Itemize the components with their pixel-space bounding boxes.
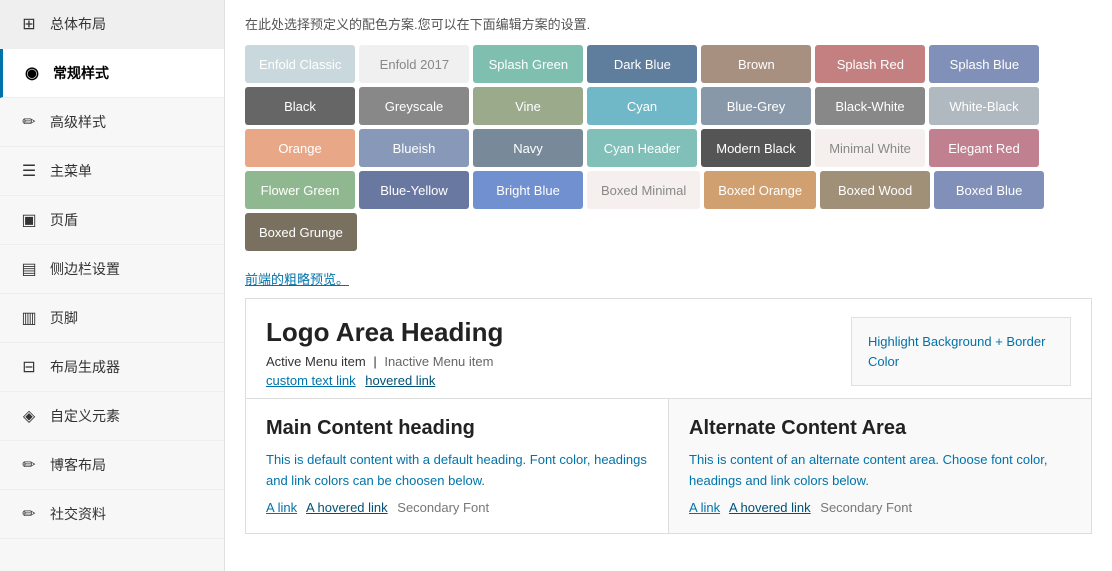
hovered-link[interactable]: hovered link [365, 373, 435, 388]
preview-links: custom text link hovered link [266, 373, 503, 388]
color-scheme-grid: Enfold ClassicEnfold 2017Splash GreenDar… [245, 45, 1092, 251]
color-scheme-navy[interactable]: Navy [473, 129, 583, 167]
color-scheme-flower-green[interactable]: Flower Green [245, 171, 355, 209]
color-scheme-blue-yellow[interactable]: Blue-Yellow [359, 171, 469, 209]
sidebar-label-main-menu: 主菜单 [50, 161, 92, 181]
color-scheme-splash-red[interactable]: Splash Red [815, 45, 925, 83]
color-scheme-enfold-classic[interactable]: Enfold Classic [245, 45, 355, 83]
preview-logo-heading: Logo Area Heading [266, 317, 503, 348]
color-scheme-boxed-blue[interactable]: Boxed Blue [934, 171, 1044, 209]
sidebar-icon-general-style: ◉ [21, 63, 43, 83]
content-alt: Alternate Content Area This is content o… [669, 399, 1091, 533]
color-scheme-splash-green[interactable]: Splash Green [473, 45, 583, 83]
sidebar-icon-advanced-style: ✏ [18, 112, 40, 132]
main-hovered-link[interactable]: A hovered link [306, 500, 388, 515]
preview-header: Logo Area Heading Active Menu item | Ina… [246, 299, 1091, 398]
preview-menu: Active Menu item | Inactive Menu item [266, 354, 503, 369]
sidebar-label-footer: 页脚 [50, 308, 78, 328]
menu-inactive: Inactive Menu item [384, 354, 493, 369]
sidebar-item-general-style[interactable]: ◉ 常规样式 [0, 49, 224, 98]
color-scheme-boxed-minimal[interactable]: Boxed Minimal [587, 171, 700, 209]
color-scheme-black-white[interactable]: Black-White [815, 87, 925, 125]
alt-content-text: This is content of an alternate content … [689, 450, 1071, 492]
sidebar-icon-general-layout: ⊞ [18, 14, 40, 34]
alt-link[interactable]: A link [689, 500, 720, 515]
alt-content-links: A link A hovered link Secondary Font [689, 500, 1071, 515]
sidebar-item-sidebar-settings[interactable]: ▤ 侧边栏设置 [0, 245, 224, 294]
color-scheme-splash-blue[interactable]: Splash Blue [929, 45, 1039, 83]
sidebar-label-advanced-style: 高级样式 [50, 112, 106, 132]
sidebar-item-layout-builder[interactable]: ⊟ 布局生成器 [0, 343, 224, 392]
sidebar-item-footer[interactable]: ▥ 页脚 [0, 294, 224, 343]
sidebar-label-general-layout: 总体布局 [50, 14, 106, 34]
color-scheme-bright-blue[interactable]: Bright Blue [473, 171, 583, 209]
color-scheme-boxed-wood[interactable]: Boxed Wood [820, 171, 930, 209]
sidebar-item-advanced-style[interactable]: ✏ 高级样式 [0, 98, 224, 147]
color-scheme-orange[interactable]: Orange [245, 129, 355, 167]
sidebar-icon-layout-builder: ⊟ [18, 357, 40, 377]
color-scheme-blue-grey[interactable]: Blue-Grey [701, 87, 811, 125]
sidebar: ⊞ 总体布局 ◉ 常规样式 ✏ 高级样式 ☰ 主菜单 ▣ 页盾 ▤ 侧边栏设置 ▥ 页脚 ⊟ 布局生成器 ◈ 自定… [0, 0, 225, 571]
color-scheme-modern-black[interactable]: Modern Black [701, 129, 811, 167]
sidebar-item-custom-elements[interactable]: ◈ 自定义元素 [0, 392, 224, 441]
sidebar-item-blog-layout[interactable]: ✏ 博客布局 [0, 441, 224, 490]
sidebar-icon-footer: ▥ [18, 308, 40, 328]
main-content-links: A link A hovered link Secondary Font [266, 500, 648, 515]
main-content-heading: Main Content heading [266, 417, 648, 440]
color-scheme-cyan-header[interactable]: Cyan Header [587, 129, 697, 167]
highlight-box: Highlight Background + Border Color [851, 317, 1071, 386]
sidebar-label-page-header: 页盾 [50, 210, 78, 230]
menu-active: Active Menu item [266, 354, 366, 369]
color-scheme-white-black[interactable]: White-Black [929, 87, 1039, 125]
sidebar-icon-custom-elements: ◈ [18, 406, 40, 426]
sidebar-label-layout-builder: 布局生成器 [50, 357, 120, 377]
instruction-text: 在此处选择预定义的配色方案.您可以在下面编辑方案的设置. [245, 14, 1092, 33]
sidebar-icon-blog-layout: ✏ [18, 455, 40, 475]
preview-label[interactable]: 前端的粗略预览。 [245, 269, 1092, 288]
alt-content-heading: Alternate Content Area [689, 417, 1071, 440]
sidebar-icon-main-menu: ☰ [18, 161, 40, 181]
main-content-text: This is default content with a default h… [266, 450, 648, 492]
color-scheme-elegant-red[interactable]: Elegant Red [929, 129, 1039, 167]
color-scheme-dark-blue[interactable]: Dark Blue [587, 45, 697, 83]
color-scheme-blueish[interactable]: Blueish [359, 129, 469, 167]
main-link[interactable]: A link [266, 500, 297, 515]
color-scheme-minimal-white[interactable]: Minimal White [815, 129, 925, 167]
preview-area: Logo Area Heading Active Menu item | Ina… [245, 298, 1092, 534]
color-scheme-enfold-2017[interactable]: Enfold 2017 [359, 45, 469, 83]
sidebar-icon-page-header: ▣ [18, 210, 40, 230]
color-scheme-cyan[interactable]: Cyan [587, 87, 697, 125]
main-secondary-font: Secondary Font [397, 500, 489, 515]
preview-header-left: Logo Area Heading Active Menu item | Ina… [266, 317, 503, 388]
color-scheme-black[interactable]: Black [245, 87, 355, 125]
custom-text-link[interactable]: custom text link [266, 373, 356, 388]
menu-separator: | [373, 354, 376, 369]
alt-hovered-link[interactable]: A hovered link [729, 500, 811, 515]
alt-secondary-font: Secondary Font [820, 500, 912, 515]
color-scheme-greyscale[interactable]: Greyscale [359, 87, 469, 125]
sidebar-label-contrib: 社交资料 [50, 504, 106, 524]
sidebar-label-sidebar-settings: 侧边栏设置 [50, 259, 120, 279]
main-content: 在此处选择预定义的配色方案.您可以在下面编辑方案的设置. Enfold Clas… [225, 0, 1112, 571]
sidebar-item-contrib[interactable]: ✏ 社交资料 [0, 490, 224, 539]
sidebar-label-blog-layout: 博客布局 [50, 455, 106, 475]
preview-content: Main Content heading This is default con… [246, 398, 1091, 533]
color-scheme-brown[interactable]: Brown [701, 45, 811, 83]
color-scheme-boxed-orange[interactable]: Boxed Orange [704, 171, 816, 209]
sidebar-icon-contrib: ✏ [18, 504, 40, 524]
sidebar-item-page-header[interactable]: ▣ 页盾 [0, 196, 224, 245]
color-scheme-vine[interactable]: Vine [473, 87, 583, 125]
sidebar-label-custom-elements: 自定义元素 [50, 406, 120, 426]
sidebar-label-general-style: 常规样式 [53, 63, 109, 83]
content-main: Main Content heading This is default con… [246, 399, 669, 533]
sidebar-item-general-layout[interactable]: ⊞ 总体布局 [0, 0, 224, 49]
sidebar-item-main-menu[interactable]: ☰ 主菜单 [0, 147, 224, 196]
sidebar-icon-sidebar-settings: ▤ [18, 259, 40, 279]
color-scheme-boxed-grunge[interactable]: Boxed Grunge [245, 213, 357, 251]
